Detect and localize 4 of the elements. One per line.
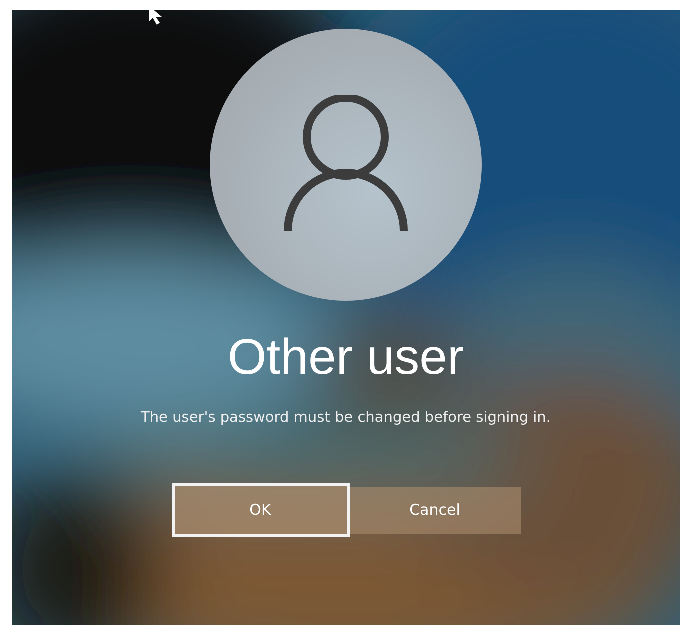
user-name: Other user bbox=[228, 328, 464, 387]
message-text: The user's password must be changed before signing in. bbox=[141, 409, 551, 428]
ok-button[interactable]: OK bbox=[172, 483, 350, 537]
cancel-button[interactable]: Cancel bbox=[350, 486, 520, 534]
